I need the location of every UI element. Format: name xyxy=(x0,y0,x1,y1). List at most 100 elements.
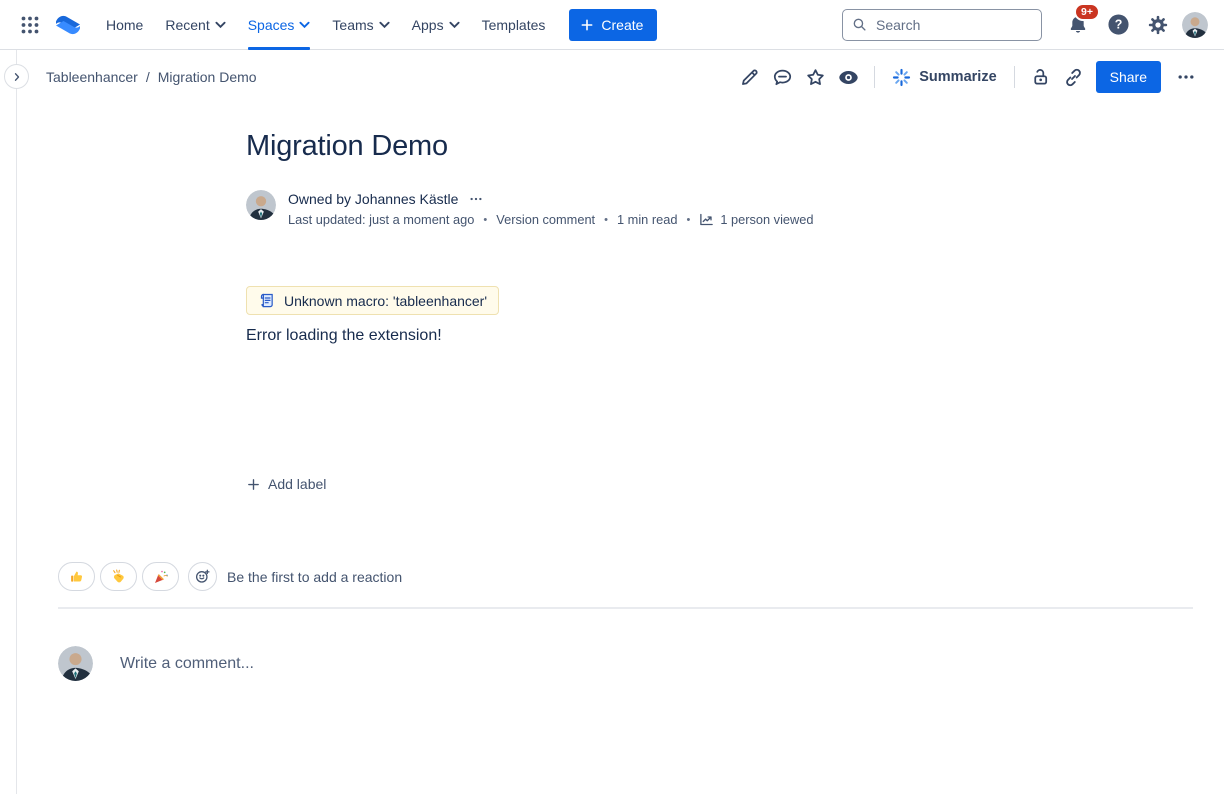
summarize-label: Summarize xyxy=(919,69,996,85)
meta-separator xyxy=(686,214,690,226)
divider xyxy=(1014,66,1015,88)
macro-warning-text: Unknown macro: 'tableenhancer' xyxy=(284,293,487,309)
version-comment-text: Version comment xyxy=(496,212,595,227)
reaction-clap-button[interactable] xyxy=(100,562,137,591)
ellipsis-icon xyxy=(1176,67,1196,87)
nav-home-label: Home xyxy=(106,17,143,33)
share-button[interactable]: Share xyxy=(1096,61,1161,93)
chevron-down-icon xyxy=(449,21,460,29)
restrictions-button[interactable] xyxy=(1024,61,1057,93)
breadcrumb-page-link[interactable]: Migration Demo xyxy=(158,69,257,85)
confluence-logo-icon[interactable] xyxy=(52,9,84,41)
add-label-button[interactable]: Add label xyxy=(246,476,326,492)
create-button-label: Create xyxy=(601,17,643,33)
add-emoji-icon xyxy=(194,568,211,585)
more-actions-button[interactable] xyxy=(1169,61,1202,93)
viewers-text: 1 person viewed xyxy=(720,212,813,227)
page-header-bar: Tableenhancer / Migration Demo xyxy=(0,50,1224,104)
analytics-viewers[interactable]: 1 person viewed xyxy=(699,212,813,227)
section-divider xyxy=(58,607,1193,609)
comment-entry[interactable]: Write a comment... xyxy=(58,646,254,681)
comment-bubble-icon xyxy=(772,67,793,88)
nav-recent-label: Recent xyxy=(165,17,209,33)
copy-link-button[interactable] xyxy=(1057,61,1090,93)
plus-icon xyxy=(579,17,595,33)
chevron-down-icon xyxy=(379,21,390,29)
nav-recent[interactable]: Recent xyxy=(165,0,225,50)
commenter-avatar xyxy=(58,646,93,681)
plus-icon xyxy=(246,477,261,492)
add-reaction-button[interactable] xyxy=(188,562,217,591)
meta-separator xyxy=(604,214,608,226)
breadcrumb-separator: / xyxy=(146,69,150,85)
owner-more-button[interactable] xyxy=(467,190,485,208)
collapsed-sidebar-border xyxy=(16,50,17,794)
extension-error-text: Error loading the extension! xyxy=(246,327,958,345)
settings-button[interactable] xyxy=(1142,9,1174,41)
comment-placeholder-text: Write a comment... xyxy=(120,655,254,673)
analytics-chart-icon xyxy=(699,212,714,227)
read-time-text: 1 min read xyxy=(617,212,677,227)
search-box[interactable] xyxy=(842,9,1042,41)
create-button[interactable]: Create xyxy=(569,9,657,41)
macro-scroll-icon xyxy=(258,292,275,309)
add-label-text: Add label xyxy=(268,476,326,492)
nav-templates[interactable]: Templates xyxy=(482,0,546,50)
search-input[interactable] xyxy=(874,16,1033,34)
unlock-icon xyxy=(1030,67,1051,88)
reactions-bar: Be the first to add a reaction xyxy=(58,562,402,591)
app-switcher-icon[interactable] xyxy=(14,9,46,41)
gear-icon xyxy=(1147,14,1169,36)
eye-icon xyxy=(837,66,860,89)
pencil-icon xyxy=(739,67,760,88)
primary-nav: Home Recent Spaces Teams Apps xyxy=(106,0,567,50)
star-button[interactable] xyxy=(799,61,832,93)
nav-teams[interactable]: Teams xyxy=(332,0,389,50)
comment-button[interactable] xyxy=(766,61,799,93)
notifications-count-badge: 9+ xyxy=(1074,3,1100,22)
unknown-macro-placeholder: Unknown macro: 'tableenhancer' xyxy=(246,286,499,315)
breadcrumb-space-link[interactable]: Tableenhancer xyxy=(46,69,138,85)
star-icon xyxy=(805,67,826,88)
divider xyxy=(874,66,875,88)
question-mark-icon: ? xyxy=(1107,13,1130,36)
page-content: Migration Demo Owned by Johannes Kästle xyxy=(246,130,958,497)
nav-templates-label: Templates xyxy=(482,17,546,33)
meta-separator xyxy=(483,214,487,226)
chevron-right-icon xyxy=(11,71,23,83)
reaction-prompt-text: Be the first to add a reaction xyxy=(227,569,402,585)
watch-button[interactable] xyxy=(832,61,865,93)
byline: Owned by Johannes Kästle Last updated: j… xyxy=(246,190,958,227)
thumbs-up-emoji-icon xyxy=(69,569,85,585)
chevron-down-icon xyxy=(299,21,310,29)
breadcrumb: Tableenhancer / Migration Demo xyxy=(46,69,257,85)
user-avatar[interactable] xyxy=(1182,12,1208,38)
nav-apps[interactable]: Apps xyxy=(412,0,460,50)
expand-sidebar-button[interactable] xyxy=(4,64,29,89)
search-icon xyxy=(851,16,868,33)
nav-home[interactable]: Home xyxy=(106,0,143,50)
nav-spaces-label: Spaces xyxy=(248,17,295,33)
nav-teams-label: Teams xyxy=(332,17,373,33)
edit-button[interactable] xyxy=(733,61,766,93)
top-navigation-bar: Home Recent Spaces Teams Apps xyxy=(0,0,1224,50)
summarize-button[interactable]: Summarize xyxy=(884,61,1004,93)
owned-by-text[interactable]: Owned by Johannes Kästle xyxy=(288,191,458,207)
page-meta: Last updated: just a moment ago Version … xyxy=(288,212,814,227)
clapping-hands-emoji-icon xyxy=(111,569,127,585)
owner-avatar[interactable] xyxy=(246,190,276,220)
page-title: Migration Demo xyxy=(246,130,958,163)
help-button[interactable]: ? xyxy=(1102,9,1134,41)
page-actions: Summarize xyxy=(733,61,1202,93)
svg-text:?: ? xyxy=(1114,18,1122,32)
party-popper-emoji-icon xyxy=(153,569,169,585)
nav-apps-label: Apps xyxy=(412,17,444,33)
last-updated-text: Last updated: just a moment ago xyxy=(288,212,474,227)
nav-spaces[interactable]: Spaces xyxy=(248,0,311,50)
reaction-party-popper-button[interactable] xyxy=(142,562,179,591)
link-icon xyxy=(1063,67,1084,88)
chevron-down-icon xyxy=(215,21,226,29)
reaction-thumbs-up-button[interactable] xyxy=(58,562,95,591)
notifications-button[interactable]: 9+ xyxy=(1062,9,1094,41)
sparkle-icon xyxy=(892,68,911,87)
